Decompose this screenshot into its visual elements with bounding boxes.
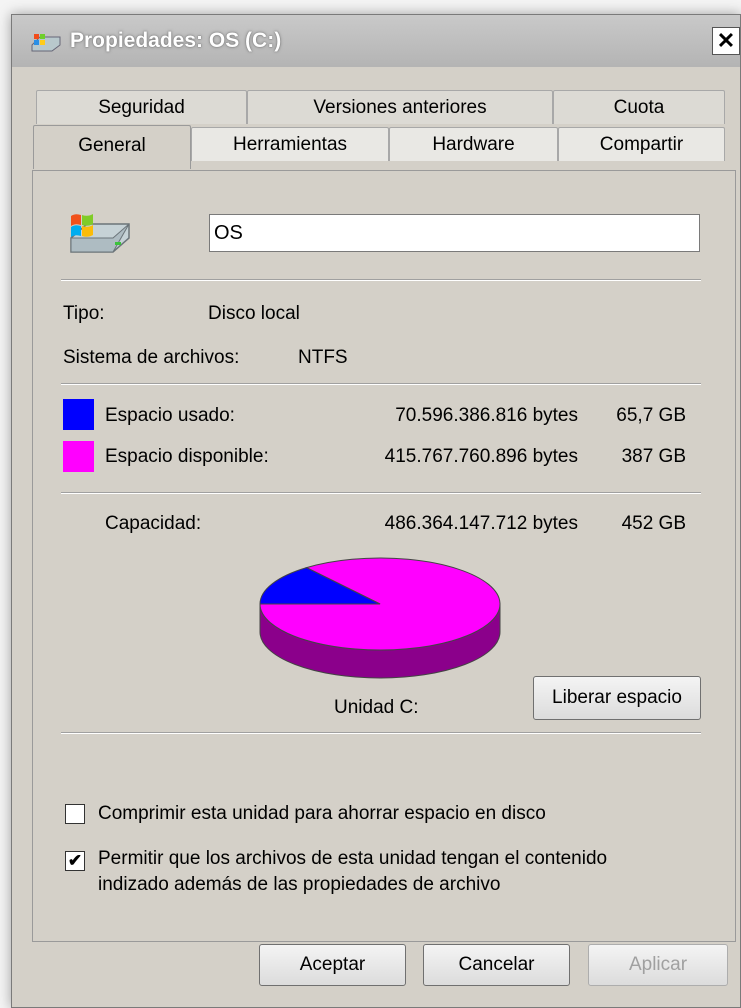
- tab-hardware[interactable]: Hardware: [389, 127, 558, 161]
- tipo-label: Tipo:: [63, 303, 105, 324]
- fs-value: NTFS: [298, 347, 348, 368]
- tab-herramientas[interactable]: Herramientas: [191, 127, 389, 161]
- free-space-size: 387 GB: [621, 446, 686, 467]
- tab-versiones-anteriores[interactable]: Versiones anteriores: [247, 90, 553, 124]
- separator: [61, 732, 701, 734]
- fs-label: Sistema de archivos:: [63, 347, 240, 368]
- drive-icon: [70, 214, 130, 253]
- general-tab-panel: Tipo: Disco local Sistema de archivos: N…: [32, 170, 736, 942]
- cancel-button[interactable]: Cancelar: [423, 944, 570, 986]
- disk-usage-pie-chart: [259, 557, 501, 679]
- tab-general[interactable]: General: [33, 125, 191, 169]
- free-space-bytes: 415.767.760.896 bytes: [384, 446, 578, 467]
- apply-button[interactable]: Aplicar: [588, 944, 728, 986]
- used-space-bytes: 70.596.386.816 bytes: [395, 405, 578, 426]
- free-space-label: Espacio disponible:: [105, 446, 269, 467]
- used-space-label: Espacio usado:: [105, 405, 235, 426]
- tab-seguridad[interactable]: Seguridad: [36, 90, 247, 124]
- drive-name-input[interactable]: [209, 214, 700, 252]
- free-space-color-swatch: [63, 441, 94, 472]
- drive-label: Unidad C:: [334, 697, 419, 718]
- index-checkbox[interactable]: ✔: [65, 851, 85, 871]
- cleanup-button[interactable]: Liberar espacio: [533, 676, 701, 720]
- capacity-size: 452 GB: [621, 513, 686, 534]
- tipo-value: Disco local: [208, 303, 300, 324]
- compress-checkbox[interactable]: [65, 804, 85, 824]
- title-bar[interactable]: Propiedades: OS (C:) ✕: [12, 15, 740, 67]
- used-space-size: 65,7 GB: [616, 405, 686, 426]
- tab-compartir[interactable]: Compartir: [558, 127, 725, 161]
- index-checkbox-label-line2[interactable]: indizado además de las propiedades de ar…: [98, 874, 500, 896]
- separator: [61, 492, 701, 494]
- compress-checkbox-label[interactable]: Comprimir esta unidad para ahorrar espac…: [98, 803, 546, 825]
- used-space-color-swatch: [63, 399, 94, 430]
- separator: [61, 383, 701, 385]
- drive-icon: [31, 34, 61, 52]
- capacity-bytes: 486.364.147.712 bytes: [384, 513, 578, 534]
- properties-dialog: Propiedades: OS (C:) ✕ Seguridad Version…: [11, 14, 741, 1008]
- ok-button[interactable]: Aceptar: [259, 944, 406, 986]
- window-title: Propiedades: OS (C:): [70, 29, 282, 52]
- separator: [61, 279, 701, 281]
- capacity-label: Capacidad:: [105, 513, 202, 534]
- close-button[interactable]: ✕: [712, 27, 740, 55]
- index-checkbox-label-line1[interactable]: Permitir que los archivos de esta unidad…: [98, 848, 607, 870]
- tab-cuota[interactable]: Cuota: [553, 90, 725, 124]
